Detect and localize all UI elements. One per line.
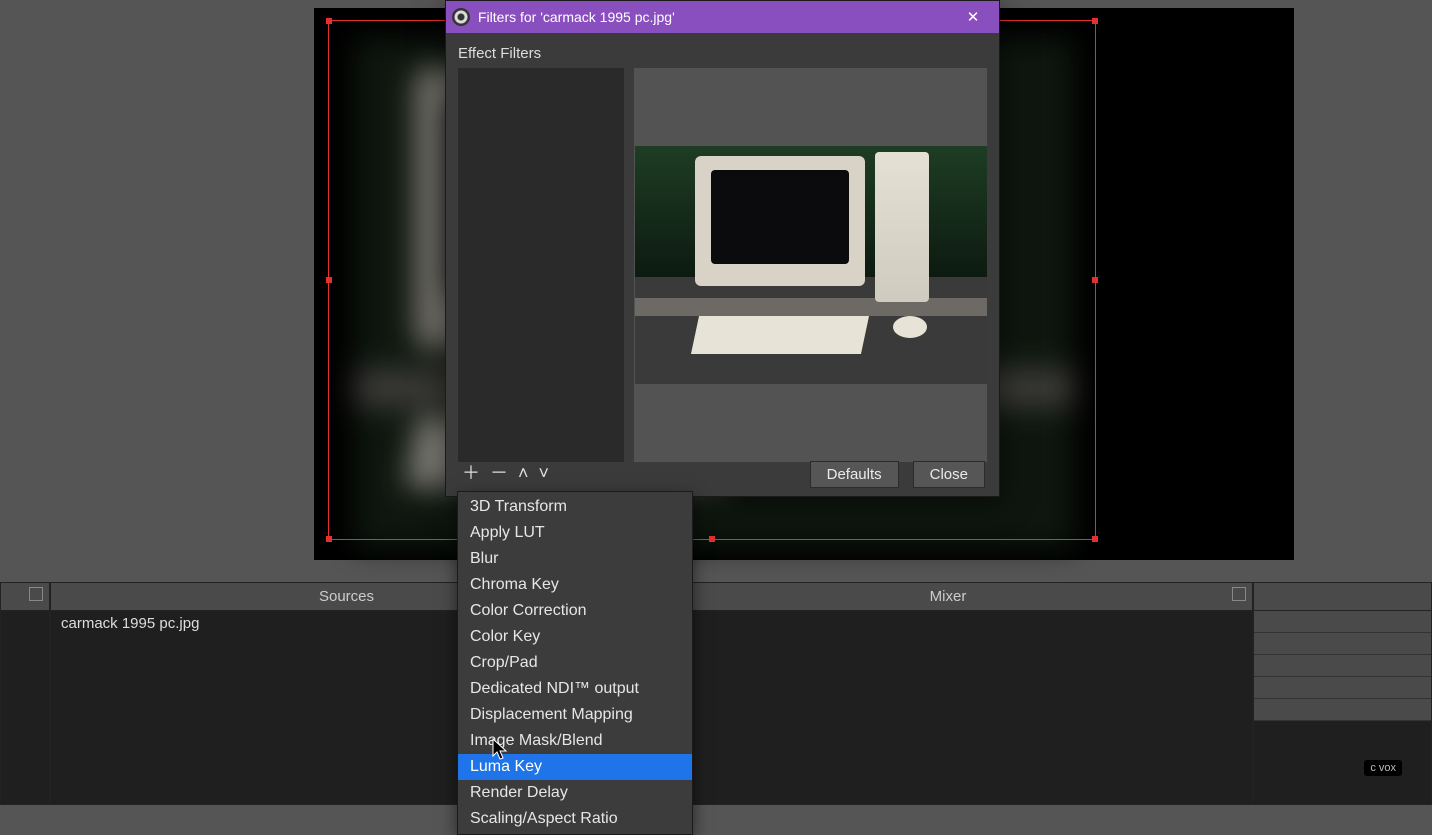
control-button[interactable] (1254, 699, 1431, 721)
resize-handle[interactable] (1092, 277, 1098, 283)
move-up-icon[interactable]: ˄ (518, 464, 529, 482)
effect-filters-label: Effect Filters (458, 41, 987, 68)
obs-logo-icon (452, 8, 470, 26)
preview-image (635, 146, 987, 384)
filter-preview (634, 68, 987, 462)
context-menu-item[interactable]: Displacement Mapping (458, 702, 692, 728)
context-menu-item[interactable]: Apply LUT (458, 520, 692, 546)
scenes-body[interactable] (1, 611, 49, 804)
control-button[interactable] (1254, 611, 1431, 633)
dialog-button-row: Defaults Close (810, 461, 985, 488)
add-filter-context-menu[interactable]: 3D TransformApply LUTBlurChroma KeyColor… (457, 491, 693, 835)
context-menu-item[interactable]: Color Correction (458, 598, 692, 624)
context-menu-item[interactable]: Chroma Key (458, 572, 692, 598)
resize-handle[interactable] (1092, 536, 1098, 542)
mixer-panel: Mixer (643, 582, 1253, 805)
context-menu-item[interactable]: 3D Transform (458, 494, 692, 520)
mixer-title: Mixer (930, 588, 967, 605)
scenes-header (1, 583, 49, 611)
popout-icon[interactable] (29, 587, 43, 601)
popout-icon[interactable] (1232, 587, 1246, 601)
filters-dialog: Filters for 'carmack 1995 pc.jpg' ✕ Effe… (445, 0, 1000, 497)
control-button[interactable] (1254, 677, 1431, 699)
context-menu-item[interactable]: Blur (458, 546, 692, 572)
resize-handle[interactable] (1092, 18, 1098, 24)
close-button[interactable]: Close (913, 461, 985, 488)
context-menu-item[interactable]: Color Key (458, 624, 692, 650)
context-menu-item[interactable]: Crop/Pad (458, 650, 692, 676)
context-menu-item[interactable]: Dedicated NDI™ output (458, 676, 692, 702)
dialog-titlebar[interactable]: Filters for 'carmack 1995 pc.jpg' ✕ (446, 1, 999, 33)
control-button[interactable] (1254, 655, 1431, 677)
resize-handle[interactable] (326, 18, 332, 24)
resize-handle[interactable] (709, 536, 715, 542)
sources-title: Sources (319, 588, 374, 605)
filter-list[interactable] (458, 68, 624, 462)
controls-header (1254, 583, 1431, 611)
bottom-docks: Sources carmack 1995 pc.jpg Mixer (0, 582, 1432, 805)
context-menu-item[interactable]: Render Delay (458, 780, 692, 806)
controls-body (1254, 611, 1431, 804)
mixer-header: Mixer (644, 583, 1252, 611)
watermark-chip: c vox (1364, 760, 1402, 776)
dialog-title: Filters for 'carmack 1995 pc.jpg' (478, 9, 953, 25)
dialog-close-button[interactable]: ✕ (953, 1, 993, 33)
controls-panel (1253, 582, 1432, 805)
context-menu-item[interactable]: Image Mask/Blend (458, 728, 692, 754)
move-down-icon[interactable]: ˅ (539, 464, 550, 482)
mixer-body[interactable] (644, 611, 1252, 804)
resize-handle[interactable] (326, 277, 332, 283)
remove-filter-icon[interactable]: － (490, 464, 508, 482)
scenes-panel (0, 582, 50, 805)
context-menu-item[interactable]: Scaling/Aspect Ratio (458, 806, 692, 832)
resize-handle[interactable] (326, 536, 332, 542)
add-filter-icon[interactable]: ＋ (462, 464, 480, 482)
context-menu-item[interactable]: Luma Key (458, 754, 692, 780)
defaults-button[interactable]: Defaults (810, 461, 899, 488)
dialog-body: Effect Filters ＋ － ˄ ˅ (446, 33, 999, 496)
control-button[interactable] (1254, 633, 1431, 655)
